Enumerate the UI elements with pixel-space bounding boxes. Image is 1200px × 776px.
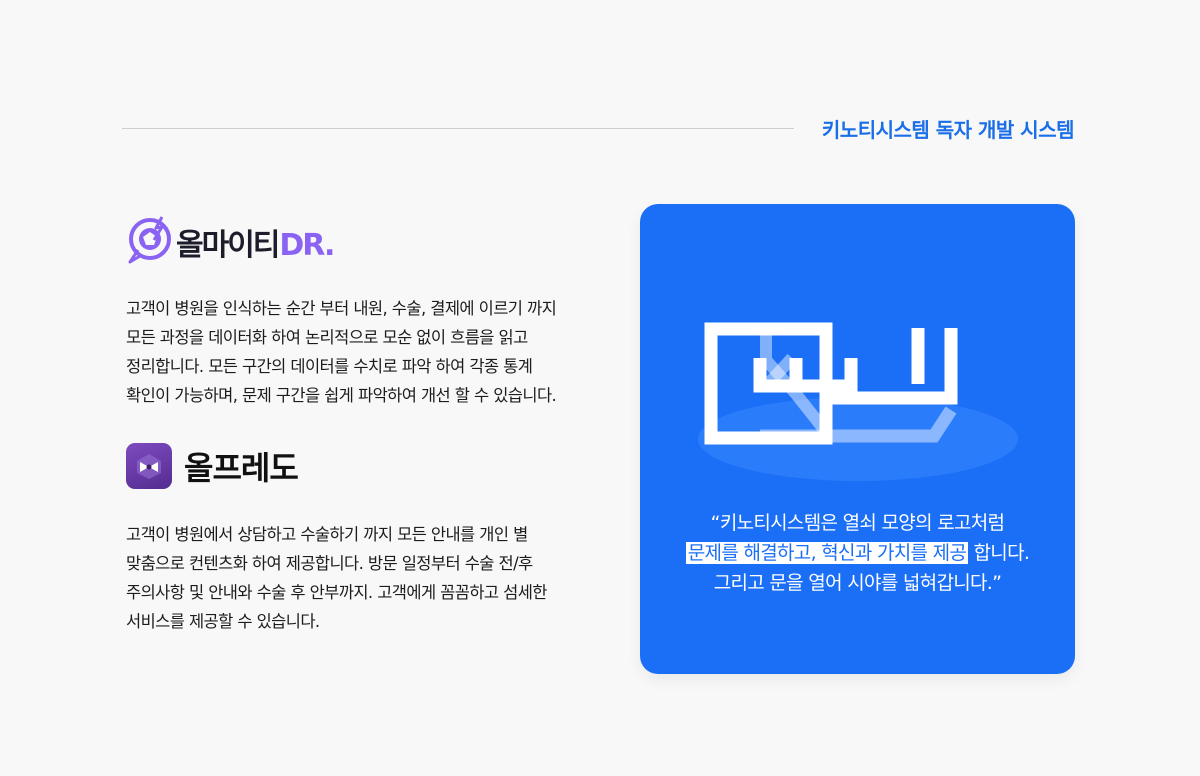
quote-highlight: 문제를 해결하고, 혁신과 가치를 제공: [685, 542, 969, 564]
allmighty-logo-wordmark: 올마이티: [176, 228, 280, 263]
allmighty-description: 고객이 병원을 인식하는 순간 부터 내원, 수술, 결제에 이르기 까지 모든…: [126, 299, 557, 405]
allmighty-logo-text: 올마이티DR.: [176, 220, 335, 264]
quote-line-1: “키노티시스템은 열쇠 모양의 로고처럼: [710, 512, 1005, 534]
alfredo-brand: 올프레도: [126, 438, 566, 494]
header-divider: [122, 128, 794, 129]
product-descriptions: 올마이티DR. 고객이 병원을 인식하는 순간 부터 내원, 수술, 결제에 이…: [126, 214, 566, 636]
brand-quote-card: “키노티시스템은 열쇠 모양의 로고처럼 문제를 해결하고, 혁신과 가치를 제…: [640, 204, 1075, 674]
quote-line-2: 문제를 해결하고, 혁신과 가치를 제공 합니다.: [640, 538, 1075, 568]
allmighty-logo-icon: [126, 214, 174, 270]
allmighty-brand: 올마이티DR.: [126, 214, 566, 270]
alfredo-logo-icon: [126, 443, 172, 489]
brand-quote: “키노티시스템은 열쇠 모양의 로고처럼 문제를 해결하고, 혁신과 가치를 제…: [640, 508, 1075, 598]
section-title: 키노티시스템 독자 개발 시스템: [821, 118, 1075, 142]
alfredo-description: 고객이 병원에서 상담하고 수술하기 까지 모든 안내를 개인 별 맞춤으로 컨…: [126, 525, 547, 631]
quote-line-2-rest: 합니다.: [968, 542, 1030, 564]
quote-line-3: 그리고 문을 열어 시야를 넓혀갑니다.”: [713, 572, 1002, 594]
alfredo-logo-text: 올프레도: [184, 449, 299, 487]
key-logo-icon: [696, 314, 1021, 488]
allmighty-logo-suffix: DR.: [279, 228, 335, 263]
